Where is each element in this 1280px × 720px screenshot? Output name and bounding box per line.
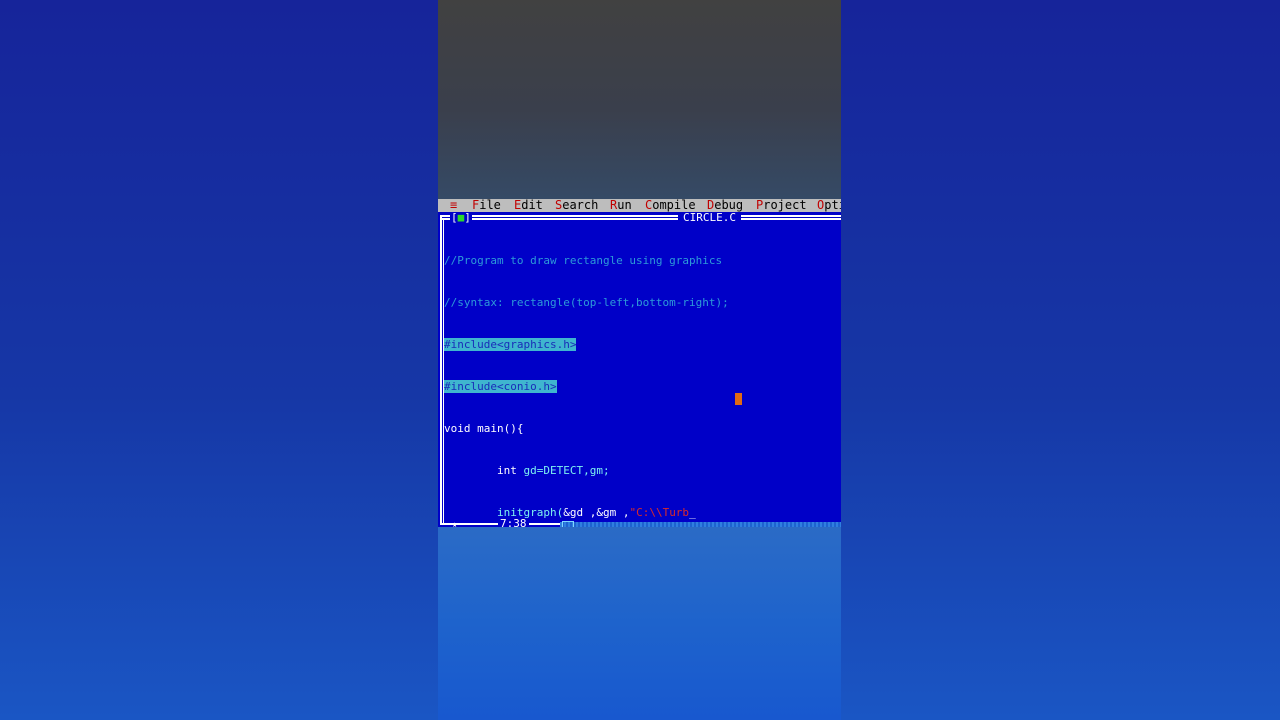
menu-run[interactable]: Run [610, 199, 632, 212]
code-editor[interactable]: //Program to draw rectangle using graphi… [444, 226, 834, 548]
menu-project[interactable]: Project [756, 199, 807, 212]
mouse-cursor-block [735, 393, 742, 405]
code-line: #include<graphics.h> [444, 338, 577, 351]
window-title: CIRCLE.C [678, 212, 741, 224]
top-blank-area [438, 0, 841, 200]
code-line: #include<conio.h> [444, 380, 557, 393]
close-box[interactable]: [■] [450, 212, 472, 224]
menu-options[interactable]: Opti [817, 199, 841, 212]
editor-window: [■] CIRCLE.C //Program to draw rectangle… [438, 212, 841, 530]
window-frame-left [440, 215, 442, 524]
code-line: //Program to draw rectangle using graphi… [444, 254, 723, 267]
bottom-blank-area [438, 527, 841, 720]
menu-file[interactable]: File [472, 199, 501, 212]
menu-bar: ≡ File Edit Search Run Compile Debug Pro… [438, 199, 841, 212]
menu-edit[interactable]: Edit [514, 199, 543, 212]
video-frame: ≡ File Edit Search Run Compile Debug Pro… [438, 0, 841, 720]
code-line: int gd=DETECT,gm; [496, 464, 610, 477]
code-line: void main(){ [444, 422, 524, 435]
code-line: //syntax: rectangle(top-left,bottom-righ… [444, 296, 729, 309]
status-bar: ★ 7:38 [438, 515, 841, 530]
window-frame-top-inner [441, 218, 841, 220]
window-frame-top [441, 215, 841, 217]
menu-search[interactable]: Search [555, 199, 598, 212]
